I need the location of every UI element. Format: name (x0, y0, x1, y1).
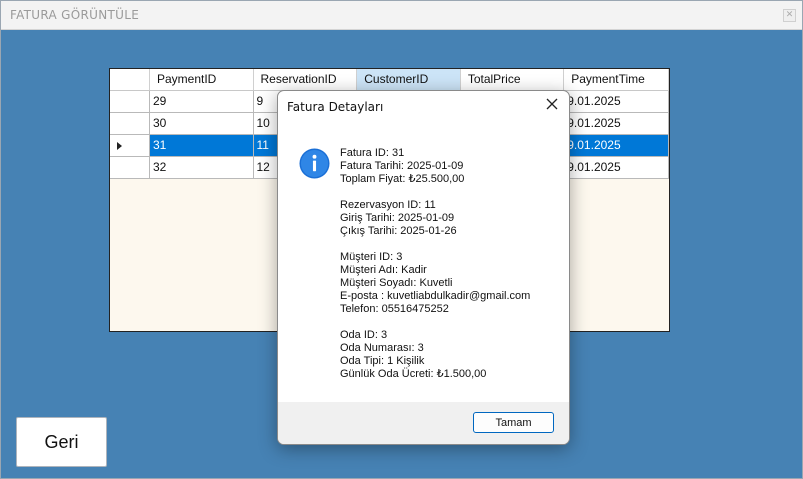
close-icon[interactable] (545, 97, 559, 111)
title-bar: FATURA GÖRÜNTÜLE ✕ (1, 1, 802, 30)
cell-paymenttime[interactable]: 9.01.2025 (563, 134, 669, 157)
cell-paymenttime[interactable]: 9.01.2025 (563, 112, 669, 135)
main-window: FATURA GÖRÜNTÜLE ✕ PaymentID Reservation… (0, 0, 803, 479)
row-header-corner[interactable] (110, 69, 150, 91)
cell-paymenttime[interactable]: 9.01.2025 (563, 156, 669, 179)
cell-paymentid[interactable]: 32 (149, 156, 254, 179)
back-button[interactable]: Geri (16, 417, 107, 467)
row-header[interactable] (110, 156, 150, 179)
column-header-customerid[interactable]: CustomerID (356, 69, 461, 91)
column-header-paymenttime[interactable]: PaymentTime (563, 69, 669, 91)
current-row-arrow-icon (117, 141, 122, 150)
info-icon (299, 148, 330, 179)
cell-paymentid[interactable]: 31 (149, 134, 254, 157)
column-header-totalprice[interactable]: TotalPrice (460, 69, 565, 91)
invoice-details-dialog: Fatura Detayları Fatura ID: 31 Fatura Ta… (277, 90, 570, 445)
row-header[interactable] (110, 134, 150, 157)
window-title: FATURA GÖRÜNTÜLE (10, 8, 140, 22)
dialog-message: Fatura ID: 31 Fatura Tarihi: 2025-01-09 … (340, 147, 531, 380)
row-header[interactable] (110, 90, 150, 113)
ok-button[interactable]: Tamam (473, 412, 554, 433)
grid-header-row: PaymentID ReservationID CustomerID Total… (110, 69, 669, 91)
cell-paymentid[interactable]: 29 (149, 90, 254, 113)
cell-paymentid[interactable]: 30 (149, 112, 254, 135)
dialog-title: Fatura Detayları (287, 100, 384, 114)
column-header-paymentid[interactable]: PaymentID (149, 69, 254, 91)
cell-paymenttime[interactable]: 9.01.2025 (563, 90, 669, 113)
row-header[interactable] (110, 112, 150, 135)
dialog-footer: Tamam (278, 402, 569, 444)
column-header-reservationid[interactable]: ReservationID (253, 69, 358, 91)
window-close-button[interactable]: ✕ (783, 9, 796, 22)
